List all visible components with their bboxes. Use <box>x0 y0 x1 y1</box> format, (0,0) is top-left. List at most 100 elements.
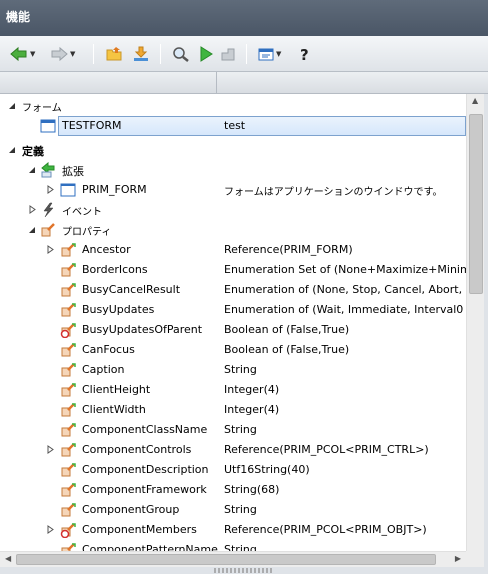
expand-arrow-icon[interactable] <box>46 185 54 194</box>
tree-row-name: PRIM_FORM <box>82 183 147 196</box>
column-header <box>0 72 488 94</box>
tree-group-definition[interactable]: 定義 <box>0 140 466 160</box>
name-column-header[interactable] <box>0 72 217 94</box>
horizontal-scrollbar[interactable]: ◀ ▶ <box>0 551 466 567</box>
back-arrow-icon <box>10 46 27 62</box>
property-row[interactable]: ComponentPatternName String <box>0 540 466 551</box>
forward-button[interactable]: ▼ <box>50 44 75 64</box>
property-row[interactable]: ComponentGroup String <box>0 500 466 520</box>
collapse-arrow-icon[interactable] <box>8 101 16 110</box>
forward-dropdown-icon[interactable]: ▼ <box>70 50 75 58</box>
property-icon <box>61 343 76 357</box>
property-type: Enumeration of (None, Stop, Cancel, Abor… <box>224 283 463 296</box>
property-row[interactable]: ClientHeight Integer(4) <box>0 380 466 400</box>
title-bar: 機能 <box>0 0 488 36</box>
property-icon <box>61 363 76 377</box>
property-icon <box>61 263 76 277</box>
back-dropdown-icon[interactable]: ▼ <box>30 50 35 58</box>
open-folder-icon <box>106 47 122 61</box>
property-name: BusyUpdatesOfParent <box>82 323 203 336</box>
property-row[interactable]: ComponentFramework String(68) <box>0 480 466 500</box>
tree-node-properties[interactable]: プロパティ <box>0 220 466 240</box>
property-icon <box>61 303 76 317</box>
toolbar-separator <box>160 44 161 64</box>
run-button[interactable] <box>198 44 214 64</box>
tree-group-form[interactable]: フォーム <box>0 96 466 116</box>
property-type: String <box>224 503 257 516</box>
property-row[interactable]: BusyUpdates Enumeration of (Wait, Immedia… <box>0 300 466 320</box>
lightning-icon <box>43 202 54 218</box>
toolbar-separator <box>246 44 247 64</box>
tree-row-testform[interactable]: TESTFORM test <box>0 116 466 136</box>
tree-node-events[interactable]: イベント <box>0 200 466 220</box>
collapse-arrow-icon[interactable] <box>28 165 36 174</box>
view-dropdown-icon[interactable]: ▼ <box>276 50 281 58</box>
tree-node-extension[interactable]: 拡張 <box>0 160 466 180</box>
step-button[interactable] <box>220 44 238 64</box>
collapse-arrow-icon[interactable] <box>8 145 16 154</box>
property-name: BusyUpdates <box>82 303 155 316</box>
property-icon <box>60 523 76 538</box>
expand-arrow-icon[interactable] <box>28 205 36 214</box>
property-name: ComponentGroup <box>82 503 180 516</box>
expand-arrow-icon[interactable] <box>46 245 54 254</box>
property-row[interactable]: BusyUpdatesOfParent Boolean of (False,Tru… <box>0 320 466 340</box>
scroll-up-icon[interactable]: ▲ <box>472 96 478 105</box>
property-name: ComponentDescription <box>82 463 209 476</box>
property-type: String <box>224 543 257 551</box>
toolbar-separator <box>93 44 94 64</box>
scroll-right-icon[interactable]: ▶ <box>455 554 461 563</box>
collapse-arrow-icon[interactable] <box>28 225 36 234</box>
vertical-scrollbar[interactable]: ▲ <box>466 94 484 551</box>
property-row[interactable]: ComponentClassName String <box>0 420 466 440</box>
forward-arrow-icon <box>51 46 68 62</box>
feature-tree[interactable]: フォーム TESTFORM test 定義 拡張 PRIM_FORM フォームは… <box>0 94 466 551</box>
help-button[interactable]: ? <box>298 44 312 64</box>
expand-arrow-icon[interactable] <box>46 525 54 534</box>
tree-node-label: プロパティ <box>62 227 112 238</box>
download-icon <box>134 46 148 61</box>
property-row[interactable]: Ancestor Reference(PRIM_FORM) <box>0 240 466 260</box>
tree-node-label: 拡張 <box>62 165 84 178</box>
tree-row-description: フォームはアプリケーションのウインドウです。 <box>224 187 443 198</box>
property-row[interactable]: ComponentMembers Reference(PRIM_PCOL<PRIM… <box>0 520 466 540</box>
property-row[interactable]: ClientWidth Integer(4) <box>0 400 466 420</box>
tree-group-label: 定義 <box>22 145 44 158</box>
resize-grip[interactable] <box>214 568 274 573</box>
property-row[interactable]: ComponentDescription Utf16String(40) <box>0 460 466 480</box>
tree-row-prim-form[interactable]: PRIM_FORM フォームはアプリケーションのウインドウです。 <box>0 180 466 200</box>
property-icon <box>61 403 76 417</box>
tree-group-label: フォーム <box>22 103 62 114</box>
panel-edge <box>484 94 488 567</box>
description-column-header[interactable] <box>217 72 488 94</box>
view-button[interactable]: ▼ <box>258 44 281 64</box>
svg-text:?: ? <box>300 46 309 62</box>
property-row[interactable]: ComponentControls Reference(PRIM_PCOL<PRI… <box>0 440 466 460</box>
scroll-left-icon[interactable]: ◀ <box>5 554 11 563</box>
property-icon <box>41 223 55 237</box>
property-row[interactable]: BusyCancelResult Enumeration of (None, St… <box>0 280 466 300</box>
property-name: ComponentPatternName <box>82 543 218 551</box>
horizontal-scroll-thumb[interactable] <box>16 554 436 565</box>
property-name: ComponentControls <box>82 443 192 456</box>
download-button[interactable] <box>132 44 150 64</box>
property-row[interactable]: CanFocus Boolean of (False,True) <box>0 340 466 360</box>
property-name: ClientWidth <box>82 403 146 416</box>
property-row[interactable]: BorderIcons Enumeration Set of (None+Maxi… <box>0 260 466 280</box>
property-icon <box>60 323 76 338</box>
back-button[interactable]: ▼ <box>10 44 35 64</box>
property-icon <box>61 283 76 297</box>
property-type: String(68) <box>224 483 280 496</box>
property-type: Enumeration Set of (None+Maximize+Minim <box>224 263 466 276</box>
property-row[interactable]: Caption String <box>0 360 466 380</box>
open-button[interactable] <box>106 44 124 64</box>
tree-node-label: イベント <box>62 207 102 218</box>
run-icon <box>200 46 213 62</box>
vertical-scroll-thumb[interactable] <box>469 114 483 294</box>
expand-arrow-icon[interactable] <box>46 445 54 454</box>
property-icon <box>61 443 76 457</box>
property-icon <box>61 243 76 257</box>
find-button[interactable] <box>172 44 190 64</box>
property-name: BorderIcons <box>82 263 148 276</box>
property-name: ComponentClassName <box>82 423 208 436</box>
